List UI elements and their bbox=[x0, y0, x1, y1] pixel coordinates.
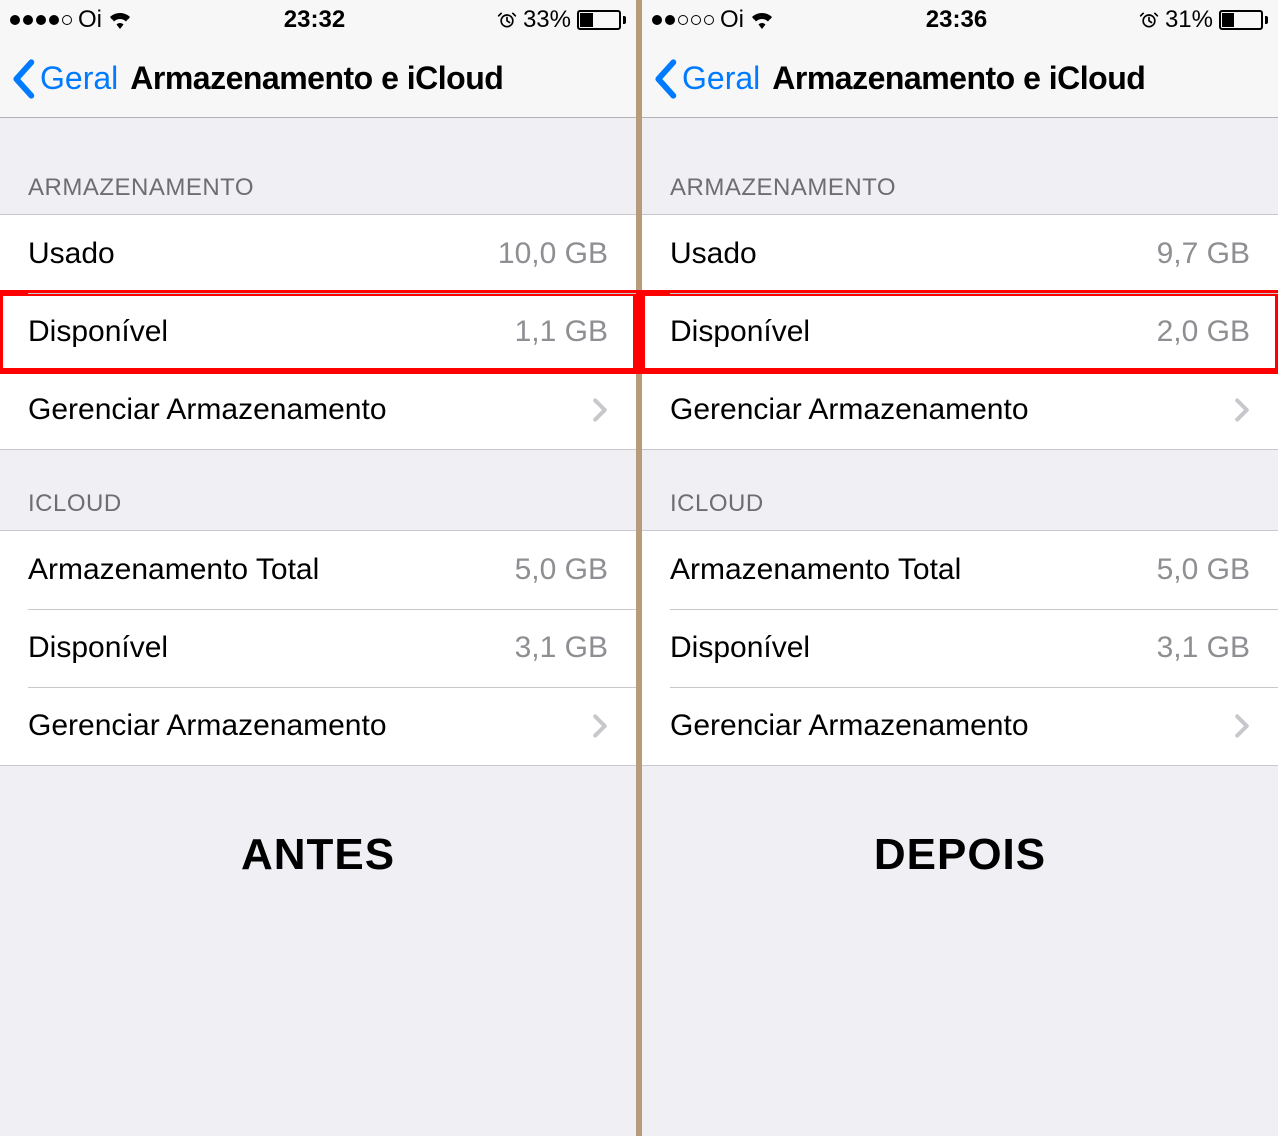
chevron-right-icon bbox=[592, 713, 608, 739]
icloud-total-row: Armazenamento Total 5,0 GB bbox=[642, 531, 1278, 609]
carrier-label: Oi bbox=[78, 6, 102, 34]
back-chevron-icon[interactable] bbox=[652, 59, 678, 99]
storage-section-header: ARMAZENAMENTO bbox=[642, 118, 1278, 214]
nav-bar: Geral Armazenamento e iCloud bbox=[642, 40, 1278, 118]
manage-storage-row[interactable]: Gerenciar Armazenamento bbox=[642, 371, 1278, 449]
storage-used-row: Usado 9,7 GB bbox=[642, 215, 1278, 293]
chevron-right-icon bbox=[1234, 397, 1250, 423]
status-time: 23:32 bbox=[284, 6, 345, 34]
storage-available-label: Disponível bbox=[670, 315, 810, 349]
chevron-right-icon bbox=[1234, 713, 1250, 739]
page-title: Armazenamento e iCloud bbox=[130, 60, 503, 97]
storage-used-value: 10,0 GB bbox=[498, 237, 608, 271]
storage-used-value: 9,7 GB bbox=[1157, 237, 1250, 271]
alarm-icon bbox=[1139, 10, 1159, 30]
manage-storage-label: Gerenciar Armazenamento bbox=[28, 393, 387, 427]
caption-after: DEPOIS bbox=[642, 830, 1278, 880]
storage-used-label: Usado bbox=[28, 237, 115, 271]
battery-icon bbox=[577, 10, 626, 30]
alarm-icon bbox=[497, 10, 517, 30]
storage-available-label: Disponível bbox=[28, 315, 168, 349]
status-left: Oi bbox=[10, 6, 132, 34]
storage-group: Usado 9,7 GB Disponível 2,0 GB Gerenciar… bbox=[642, 214, 1278, 450]
status-bar: Oi 23:36 31% bbox=[642, 0, 1278, 40]
icloud-total-row: Armazenamento Total 5,0 GB bbox=[0, 531, 636, 609]
left-pane: Oi 23:32 33% Geral Armazenamento e iClou… bbox=[0, 0, 636, 1136]
status-right: 31% bbox=[1139, 6, 1268, 34]
manage-icloud-label: Gerenciar Armazenamento bbox=[670, 709, 1029, 743]
storage-available-row: Disponível 2,0 GB bbox=[642, 293, 1278, 371]
icloud-available-value: 3,1 GB bbox=[1157, 631, 1250, 665]
wifi-icon bbox=[750, 8, 774, 32]
manage-storage-label: Gerenciar Armazenamento bbox=[670, 393, 1029, 427]
status-bar: Oi 23:32 33% bbox=[0, 0, 636, 40]
battery-icon bbox=[1219, 10, 1268, 30]
battery-percent: 33% bbox=[523, 6, 571, 34]
chevron-right-icon bbox=[592, 397, 608, 423]
icloud-total-label: Armazenamento Total bbox=[28, 553, 319, 587]
icloud-available-value: 3,1 GB bbox=[515, 631, 608, 665]
icloud-available-label: Disponível bbox=[670, 631, 810, 665]
nav-bar: Geral Armazenamento e iCloud bbox=[0, 40, 636, 118]
icloud-section-header: ICLOUD bbox=[642, 450, 1278, 530]
icloud-available-row: Disponível 3,1 GB bbox=[0, 609, 636, 687]
status-right: 33% bbox=[497, 6, 626, 34]
storage-available-value: 2,0 GB bbox=[1157, 315, 1250, 349]
back-button[interactable]: Geral bbox=[682, 60, 760, 97]
battery-percent: 31% bbox=[1165, 6, 1213, 34]
wifi-icon bbox=[108, 8, 132, 32]
storage-available-row: Disponível 1,1 GB bbox=[0, 293, 636, 371]
storage-used-label: Usado bbox=[670, 237, 757, 271]
page-title: Armazenamento e iCloud bbox=[772, 60, 1145, 97]
caption-before: ANTES bbox=[0, 830, 636, 880]
storage-section-header: ARMAZENAMENTO bbox=[0, 118, 636, 214]
manage-icloud-row[interactable]: Gerenciar Armazenamento bbox=[0, 687, 636, 765]
back-button[interactable]: Geral bbox=[40, 60, 118, 97]
icloud-section-header: ICLOUD bbox=[0, 450, 636, 530]
signal-strength-icon bbox=[652, 15, 714, 25]
icloud-available-label: Disponível bbox=[28, 631, 168, 665]
storage-available-value: 1,1 GB bbox=[515, 315, 608, 349]
manage-storage-row[interactable]: Gerenciar Armazenamento bbox=[0, 371, 636, 449]
icloud-total-value: 5,0 GB bbox=[515, 553, 608, 587]
right-pane: Oi 23:36 31% Geral Armazenamento e iClou… bbox=[642, 0, 1278, 1136]
signal-strength-icon bbox=[10, 15, 72, 25]
storage-group: Usado 10,0 GB Disponível 1,1 GB Gerencia… bbox=[0, 214, 636, 450]
storage-used-row: Usado 10,0 GB bbox=[0, 215, 636, 293]
manage-icloud-row[interactable]: Gerenciar Armazenamento bbox=[642, 687, 1278, 765]
status-time: 23:36 bbox=[926, 6, 987, 34]
icloud-total-value: 5,0 GB bbox=[1157, 553, 1250, 587]
carrier-label: Oi bbox=[720, 6, 744, 34]
icloud-total-label: Armazenamento Total bbox=[670, 553, 961, 587]
icloud-available-row: Disponível 3,1 GB bbox=[642, 609, 1278, 687]
back-chevron-icon[interactable] bbox=[10, 59, 36, 99]
manage-icloud-label: Gerenciar Armazenamento bbox=[28, 709, 387, 743]
status-left: Oi bbox=[652, 6, 774, 34]
icloud-group: Armazenamento Total 5,0 GB Disponível 3,… bbox=[0, 530, 636, 766]
icloud-group: Armazenamento Total 5,0 GB Disponível 3,… bbox=[642, 530, 1278, 766]
